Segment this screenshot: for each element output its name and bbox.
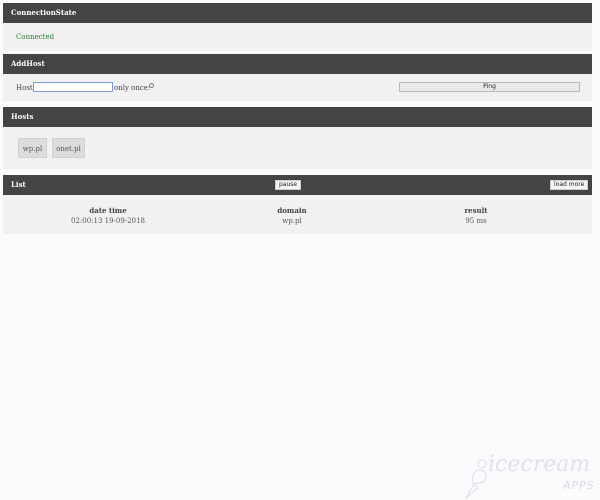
column-domain: domain wp.pl [232, 206, 352, 225]
add-host-title: AddHost [3, 54, 592, 74]
watermark-sub: APPS [563, 479, 595, 492]
list-title: List [11, 180, 26, 189]
column-header-date-time: date time [89, 206, 127, 215]
connection-state-panel: ConnectionState Connected [3, 3, 592, 51]
icecream-apps-watermark: icecream APPS [460, 452, 600, 499]
table-cell: wp.pl [282, 217, 302, 225]
hosts-title: Hosts [3, 107, 592, 127]
list-table: date time 02:00:13 19-09-2018 domain wp.… [3, 195, 592, 234]
pause-button[interactable]: pause [275, 180, 302, 190]
only-once-label: only once: [114, 84, 151, 92]
host-input[interactable] [33, 82, 113, 92]
column-header-result: result [464, 206, 488, 215]
page: ConnectionState Connected AddHost Host: … [0, 0, 600, 500]
hosts-panel: Hosts wp.pl onet.pl [3, 107, 592, 169]
hosts-body: wp.pl onet.pl [3, 127, 592, 169]
load-more-button[interactable]: load more [550, 180, 589, 190]
table-cell: 02:00:13 19-09-2018 [70, 217, 146, 225]
column-date-time: date time 02:00:13 19-09-2018 [48, 206, 168, 225]
list-header: List pause load more [3, 175, 592, 195]
add-host-panel: AddHost Host: only once: Ping [3, 54, 592, 101]
column-result: result 95 ms [416, 206, 536, 225]
watermark-brand: icecream [488, 452, 591, 477]
ice-cream-cone-icon [465, 459, 487, 499]
only-once-checkbox[interactable] [149, 83, 154, 88]
host-chip-onet[interactable]: onet.pl [52, 138, 85, 158]
host-chip-wp[interactable]: wp.pl [18, 138, 47, 158]
add-host-body: Host: only once: Ping [3, 74, 592, 101]
table-cell: 95 ms [465, 217, 487, 225]
connection-state-title: ConnectionState [3, 3, 592, 23]
connection-state-body: Connected [3, 23, 592, 51]
connection-status: Connected [16, 33, 55, 41]
column-header-domain: domain [277, 206, 307, 215]
list-panel: List pause load more date time 02:00:13 … [3, 175, 592, 234]
ping-button[interactable]: Ping [399, 82, 580, 92]
